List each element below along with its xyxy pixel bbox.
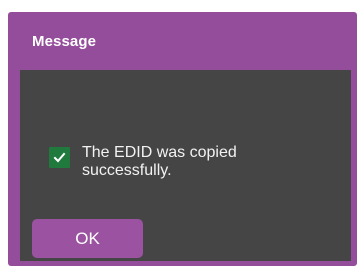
dialog-title-bar: Message bbox=[8, 12, 357, 68]
check-icon bbox=[49, 147, 70, 168]
message-dialog: Message The EDID was copied successfully… bbox=[8, 12, 357, 266]
success-message: The EDID was copied successfully. bbox=[82, 144, 237, 179]
ok-button[interactable]: OK bbox=[32, 219, 143, 258]
dialog-title: Message bbox=[32, 33, 97, 50]
dialog-body: The EDID was copied successfully. OK bbox=[20, 70, 351, 261]
